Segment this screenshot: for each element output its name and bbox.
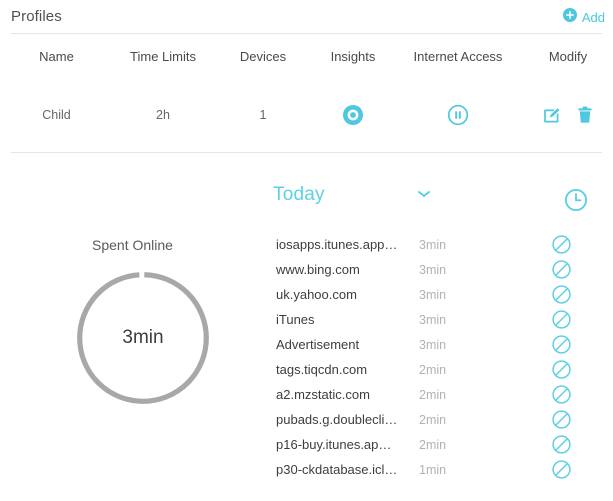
block-icon[interactable]: [509, 385, 613, 404]
block-icon[interactable]: [509, 335, 613, 354]
profile-name: Child: [42, 108, 71, 122]
profile-time-limits: 2h: [156, 108, 170, 122]
insights-panel: Today Spent Online 3min iosapps.itunes.a…: [0, 160, 613, 501]
site-name: iTunes: [276, 312, 315, 327]
eye-icon[interactable]: [342, 104, 364, 126]
block-icon[interactable]: [509, 310, 613, 329]
list-item[interactable]: pubads.g.doublecli… 2min: [265, 407, 613, 432]
spent-online-value: 3min: [122, 327, 164, 348]
column-header-insights: Insights: [330, 48, 376, 64]
insights-toolbar: Today: [0, 184, 613, 222]
site-name: www.bing.com: [276, 262, 360, 277]
site-time: 2min: [419, 362, 447, 377]
list-item[interactable]: a2.mzstatic.com 2min: [265, 382, 613, 407]
clock-icon[interactable]: [564, 188, 588, 212]
site-name: tags.tiqcdn.com: [276, 362, 368, 377]
chevron-down-icon: [417, 186, 431, 204]
site-time: 3min: [419, 337, 447, 352]
site-time: 3min: [419, 312, 447, 327]
list-item[interactable]: iosapps.itunes.app… 3min: [265, 232, 613, 257]
profile-devices: 1: [259, 108, 267, 122]
table-header-row: Name Time Limits Devices Insights Intern…: [0, 34, 613, 78]
block-icon[interactable]: [509, 410, 613, 429]
block-icon[interactable]: [509, 260, 613, 279]
table-bottom-divider: [11, 152, 602, 153]
column-header-internet-access: Internet Access: [413, 48, 503, 64]
period-label: Today: [273, 184, 325, 205]
list-item[interactable]: www.bing.com 3min: [265, 257, 613, 282]
site-name: a2.mzstatic.com: [276, 387, 370, 402]
period-selector[interactable]: Today: [273, 184, 431, 206]
site-name: pubads.g.doublecli…: [276, 412, 398, 427]
page-header: Profiles Add: [0, 0, 613, 34]
site-name: Advertisement: [276, 337, 360, 352]
add-profile-button[interactable]: Add: [562, 8, 605, 27]
block-icon[interactable]: [509, 460, 613, 479]
site-time: 3min: [419, 237, 447, 252]
delete-icon[interactable]: [577, 106, 593, 124]
column-header-time-limits: Time Limits: [130, 48, 196, 64]
table-row[interactable]: Child 2h 1: [0, 78, 613, 152]
site-name: p30-ckdatabase.icl…: [276, 462, 398, 477]
block-icon[interactable]: [509, 435, 613, 454]
site-time: 3min: [419, 262, 447, 277]
spent-online-label: Spent Online: [92, 237, 173, 253]
site-name: iosapps.itunes.app…: [276, 237, 398, 252]
list-item[interactable]: iTunes 3min: [265, 307, 613, 332]
edit-icon[interactable]: [543, 106, 561, 124]
list-item[interactable]: tags.tiqcdn.com 2min: [265, 357, 613, 382]
pause-circle-icon[interactable]: [447, 104, 469, 126]
column-header-name: Name: [39, 48, 74, 64]
list-item[interactable]: Advertisement 3min: [265, 332, 613, 357]
block-icon[interactable]: [509, 285, 613, 304]
site-time: 1min: [419, 462, 447, 477]
list-item[interactable]: uk.yahoo.com 3min: [265, 282, 613, 307]
block-icon[interactable]: [509, 235, 613, 254]
site-time: 2min: [419, 437, 447, 452]
site-time: 3min: [419, 287, 447, 302]
profiles-table: Name Time Limits Devices Insights Intern…: [0, 34, 613, 152]
list-item[interactable]: p16-buy.itunes.ap… 2min: [265, 432, 613, 457]
site-usage-list: iosapps.itunes.app… 3min www.bing.com 3m…: [265, 232, 613, 482]
page-title: Profiles: [11, 8, 62, 25]
site-name: uk.yahoo.com: [276, 287, 357, 302]
site-time: 2min: [419, 412, 447, 427]
block-icon[interactable]: [509, 360, 613, 379]
column-header-devices: Devices: [239, 48, 287, 64]
site-name: p16-buy.itunes.ap…: [276, 437, 392, 452]
list-item[interactable]: p30-ckdatabase.icl… 1min: [265, 457, 613, 482]
column-header-modify: Modify: [548, 48, 588, 64]
add-profile-label: Add: [581, 10, 605, 25]
site-time: 2min: [419, 387, 447, 402]
donut-ring: 3min: [77, 272, 209, 404]
plus-circle-icon: [562, 8, 577, 27]
